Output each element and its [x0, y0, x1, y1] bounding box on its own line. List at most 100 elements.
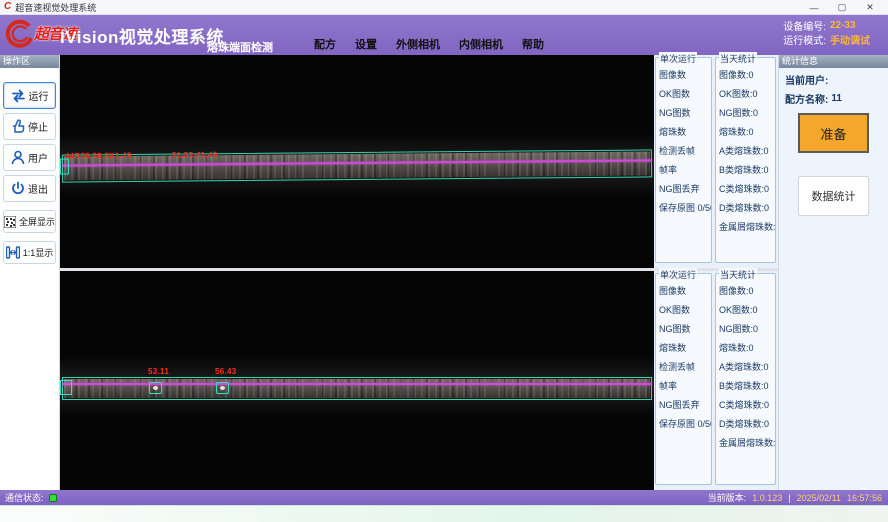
date-value: 2025/02/11	[797, 493, 841, 503]
comm-status-indicator	[49, 494, 57, 502]
menu-item[interactable]: 内侧相机	[457, 35, 505, 53]
stats-section-inner: 单次运行 图像数OK图数NG图数熔珠数检测丢帧帧率NG图丢弃保存原图 0/500…	[654, 271, 778, 490]
info-panel: 统计信息 当前用户: 配方名称: 11 准备 数据统计	[778, 55, 888, 490]
stat-row: 帧率	[659, 377, 711, 396]
run-arrows-icon	[11, 89, 26, 103]
menu-item[interactable]: 设置	[353, 35, 379, 53]
stat-row: 图像数	[659, 282, 711, 301]
window-title: 超音速视觉处理系统	[15, 1, 96, 14]
prepare-button[interactable]: 准备	[798, 113, 869, 153]
stat-row: 熔珠数:0	[719, 123, 775, 142]
stat-row: 帧率	[659, 161, 711, 180]
current-user-label: 当前用户:	[785, 72, 828, 87]
time-value: 16:57:56	[847, 493, 882, 503]
page-subtitle: 熔珠端面检测	[207, 39, 273, 55]
run-mode-label: 运行模式:	[783, 32, 826, 47]
version-value: 1.0.123	[752, 493, 782, 503]
data-statistics-button[interactable]: 数据统计	[798, 176, 869, 216]
stat-row: 保存原图 0/500	[659, 415, 711, 434]
camera-viewport: 44R05 39.8X1.49 31.53 41.49 53.11	[60, 55, 654, 490]
fullscreen-grid-icon	[4, 216, 16, 228]
stat-row: OK图数:0	[719, 85, 775, 104]
camera-view-inner: 53.11 56.43	[60, 271, 654, 490]
stat-row: 金属屑熔珠数:0	[719, 434, 775, 453]
recipe-name-label: 配方名称:	[785, 91, 828, 106]
measurement-annotation: 53.11	[148, 367, 169, 376]
stat-row: D类熔珠数:0	[719, 199, 775, 218]
device-number-value: 22-33	[830, 20, 882, 31]
brand-swirl-icon	[5, 19, 33, 51]
page-title: IVision视觉处理系统	[60, 23, 224, 48]
run-button[interactable]: 运行	[3, 82, 56, 109]
minimize-icon[interactable]: —	[800, 0, 828, 15]
stat-row: NG图数	[659, 104, 711, 123]
app-header: 超音速 IVision视觉处理系统 熔珠端面检测 配方设置外侧相机内侧相机帮助 …	[0, 15, 888, 55]
stat-row: 检测丢帧	[659, 358, 711, 377]
stat-row: NG图数:0	[719, 320, 775, 339]
stat-row: 图像数:0	[719, 66, 775, 85]
exit-button[interactable]: 退出	[3, 175, 56, 202]
device-number-label: 设备编号:	[783, 18, 826, 33]
stat-row: 熔珠数	[659, 339, 711, 358]
fullscreen-button[interactable]: 全屏显示	[3, 210, 56, 233]
stat-row: A类熔珠数:0	[719, 358, 775, 377]
app-window: C 超音速视觉处理系统 — ▢ ✕ 超音速 IVision视觉处理系统 熔珠端面…	[0, 0, 888, 522]
close-icon[interactable]: ✕	[856, 0, 884, 15]
menu-item[interactable]: 帮助	[520, 35, 546, 53]
measurement-annotation: 44R05 39.8X1.49	[65, 151, 132, 161]
edge-marker	[60, 159, 69, 175]
maximize-icon[interactable]: ▢	[828, 0, 856, 15]
stat-row: NG图丢弃	[659, 180, 711, 199]
menubar: 配方设置外侧相机内侧相机帮助	[312, 35, 546, 53]
app-icon: C	[4, 2, 11, 12]
power-icon	[11, 181, 25, 196]
stat-row: C类熔珠数:0	[719, 396, 775, 415]
daily-stats-group: 当天统计 图像数:0OK图数:0NG图数:0熔珠数:0A类熔珠数:0B类熔珠数:…	[715, 273, 776, 485]
separator: |	[788, 493, 790, 503]
camera-view-outer: 44R05 39.8X1.49 31.53 41.49	[60, 55, 654, 268]
stat-row: 熔珠数:0	[719, 339, 775, 358]
single-run-group: 单次运行 图像数OK图数NG图数熔珠数检测丢帧帧率NG图丢弃保存原图 0/500	[655, 57, 712, 263]
measurement-annotation: 56.43	[215, 367, 237, 376]
one-to-one-icon	[6, 246, 20, 259]
measurement-annotation: 31.53 41.49	[172, 150, 218, 159]
stat-row: C类熔珠数:0	[719, 180, 775, 199]
titlebar: C 超音速视觉处理系统 — ▢ ✕	[0, 0, 888, 15]
sidebar-title: 操作区	[0, 55, 59, 68]
stat-row: 检测丢帧	[659, 142, 711, 161]
menu-item[interactable]: 外侧相机	[394, 35, 442, 53]
stats-section-outer: 单次运行 图像数OK图数NG图数熔珠数检测丢帧帧率NG图丢弃保存原图 0/500…	[654, 55, 778, 268]
status-bar: 通信状态: 当前版本: 1.0.123 | 2025/02/11 16:57:5…	[0, 490, 888, 505]
stats-panel: 单次运行 图像数OK图数NG图数熔珠数检测丢帧帧率NG图丢弃保存原图 0/500…	[654, 55, 778, 490]
detection-rect	[62, 149, 652, 182]
stop-hand-icon	[11, 119, 25, 134]
device-info: 设备编号: 22-33 运行模式: 手动调试	[783, 18, 882, 46]
edge-marker	[60, 380, 72, 395]
version-label: 当前版本:	[708, 491, 747, 504]
stat-row: 图像数:0	[719, 282, 775, 301]
stat-row: 熔珠数	[659, 123, 711, 142]
user-button[interactable]: 用户	[3, 144, 56, 171]
stat-row: OK图数	[659, 85, 711, 104]
stat-row: B类熔珠数:0	[719, 377, 775, 396]
defect-marker	[216, 382, 229, 394]
stat-row: A类熔珠数:0	[719, 142, 775, 161]
stat-row: OK图数	[659, 301, 711, 320]
defect-marker	[149, 382, 162, 394]
recipe-name-value: 11	[831, 93, 842, 104]
info-panel-title: 统计信息	[779, 55, 888, 68]
stat-row: NG图数:0	[719, 104, 775, 123]
stat-row: B类熔珠数:0	[719, 161, 775, 180]
stop-button[interactable]: 停止	[3, 113, 56, 140]
stat-row: NG图丢弃	[659, 396, 711, 415]
one-to-one-button[interactable]: 1:1显示	[3, 241, 56, 264]
desktop-strip	[0, 505, 888, 522]
run-mode-value: 手动调试	[830, 32, 882, 47]
stat-row: 金属屑熔珠数:0	[719, 218, 775, 237]
menu-item[interactable]: 配方	[312, 35, 338, 53]
single-run-group: 单次运行 图像数OK图数NG图数熔珠数检测丢帧帧率NG图丢弃保存原图 0/500	[655, 273, 712, 485]
comm-status-label: 通信状态:	[5, 491, 44, 504]
stat-row: 保存原图 0/500	[659, 199, 711, 218]
stat-row: D类熔珠数:0	[719, 415, 775, 434]
sidebar-operations: 操作区 运行 停止	[0, 55, 60, 490]
